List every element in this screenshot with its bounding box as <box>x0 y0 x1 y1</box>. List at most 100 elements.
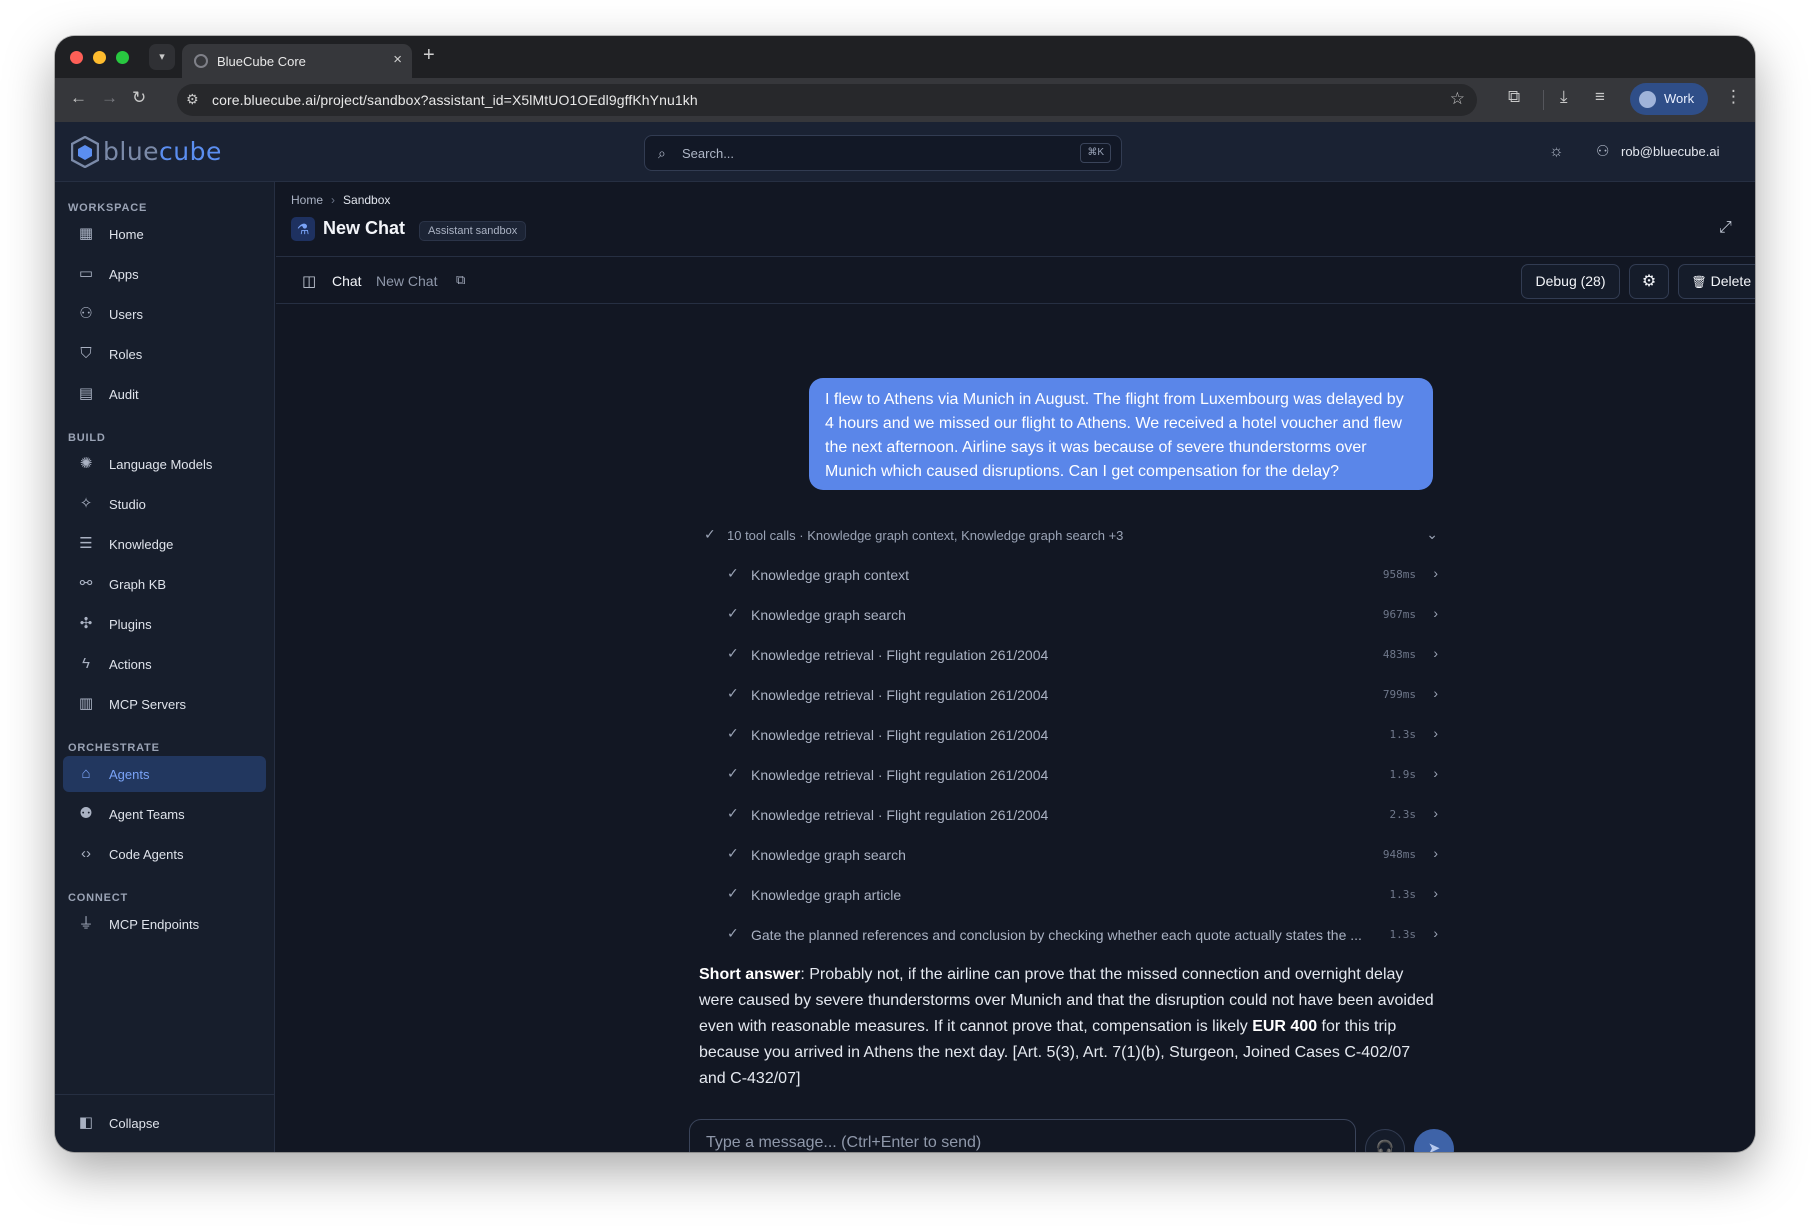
tool-call-name: Knowledge retrieval · Flight regulation … <box>751 807 1049 823</box>
tool-call-duration: 1.3s <box>1389 888 1417 901</box>
tool-call-duration: 958ms <box>1382 568 1416 581</box>
tool-call-row[interactable]: ✓ Knowledge retrieval · Flight regulatio… <box>727 685 1438 707</box>
chevron-right-icon: › <box>1433 565 1438 581</box>
reload-icon[interactable]: ↻ <box>132 88 146 108</box>
tool-call-duration: 483ms <box>1382 648 1416 661</box>
sidebar-item-users[interactable]: ⚇ Users <box>63 296 266 332</box>
bluecube-logo[interactable]: bluecube <box>71 136 241 168</box>
close-window-button[interactable] <box>70 51 83 64</box>
media-queue-icon[interactable]: ≡ <box>1595 87 1605 107</box>
copy-icon[interactable]: ⧉ <box>456 272 465 288</box>
bookmark-star-icon[interactable]: ☆ <box>1450 89 1465 109</box>
address-bar[interactable]: ⚙ core.bluecube.ai/project/sandbox?assis… <box>177 84 1477 116</box>
forward-arrow-icon[interactable]: → <box>101 88 118 108</box>
tool-call-row[interactable]: ✓ Knowledge retrieval · Flight regulatio… <box>727 645 1438 667</box>
profile-chip[interactable]: Work <box>1630 83 1708 115</box>
tool-call-duration: 1.3s <box>1389 728 1417 741</box>
sidebar-item-roles[interactable]: ⛉ Roles <box>63 336 266 372</box>
tool-call-row[interactable]: ✓ Knowledge graph context 958ms › <box>727 565 1438 587</box>
sidebar-item-plugins[interactable]: ✣ Plugins <box>63 606 266 642</box>
sidebar-item-label: Plugins <box>109 617 152 632</box>
user-message-bubble: I flew to Athens via Munich in August. T… <box>809 378 1433 490</box>
maximize-window-button[interactable] <box>116 51 129 64</box>
favicon-icon <box>194 54 208 68</box>
tool-call-row[interactable]: ✓ Knowledge retrieval · Flight regulatio… <box>727 725 1438 747</box>
sidebar-footer: ◧ Collapse <box>55 1094 274 1152</box>
user-email[interactable]: rob@bluecube.ai <box>1621 144 1719 159</box>
new-tab-plus-icon[interactable]: + <box>423 44 435 67</box>
sidebar-item-actions[interactable]: ϟ Actions <box>63 646 266 682</box>
sidebar-item-agents[interactable]: ⌂ Agents <box>63 756 266 792</box>
extensions-puzzle-icon[interactable]: ⧉ <box>1508 87 1520 107</box>
collapse-sidebar-button[interactable]: ◧ Collapse <box>63 1105 266 1141</box>
tool-call-duration: 967ms <box>1382 608 1416 621</box>
assistant-sandbox-badge: Assistant sandbox <box>419 221 527 241</box>
minimize-window-button[interactable] <box>93 51 106 64</box>
check-icon: ✓ <box>727 685 739 701</box>
delete-chat-label: Delete chat <box>1710 273 1755 289</box>
sidebar-item-apps[interactable]: ▭ Apps <box>63 256 266 292</box>
tool-call-row[interactable]: ✓ Knowledge retrieval · Flight regulatio… <box>727 805 1438 827</box>
plug-icon: ⏚ <box>78 915 94 932</box>
message-input[interactable] <box>706 1134 1326 1152</box>
browser-tab[interactable]: BlueCube Core × <box>182 44 412 78</box>
network-icon: ⚯ <box>79 575 93 592</box>
code-brackets-icon: ‹› <box>81 845 91 862</box>
sidebar-item-label: MCP Endpoints <box>109 917 200 932</box>
users-icon: ⚉ <box>79 805 93 822</box>
tool-call-row[interactable]: ✓ Knowledge graph article 1.3s › <box>727 885 1438 907</box>
toggle-panel-icon[interactable]: ◫ <box>302 272 316 290</box>
sidebar-item-label: Audit <box>109 387 139 402</box>
toolbar-divider <box>1543 90 1544 110</box>
tool-call-row[interactable]: ✓ Gate the planned references and conclu… <box>727 925 1438 947</box>
global-search[interactable]: ⌕ Search... ⌘K <box>644 135 1122 171</box>
gear-icon: ⚙ <box>1641 273 1657 290</box>
sidebar-item-mcp-endpoints[interactable]: ⏚ MCP Endpoints <box>63 906 266 942</box>
tab-close-icon[interactable]: × <box>393 51 402 68</box>
tool-calls-summary[interactable]: ✓ 10 tool calls · Knowledge graph contex… <box>704 526 1438 548</box>
sidebar-item-studio[interactable]: ✧ Studio <box>63 486 266 522</box>
app-header: bluecube ⌕ Search... ⌘K ☼ ⚇ rob@bluecube… <box>55 122 1755 182</box>
sidebar-item-code-agents[interactable]: ‹› Code Agents <box>63 836 266 872</box>
url-text: core.bluecube.ai/project/sandbox?assista… <box>212 92 698 108</box>
download-icon[interactable]: ⤓ <box>1560 87 1568 107</box>
debug-button[interactable]: Debug (28) <box>1521 264 1620 299</box>
section-orchestrate: ORCHESTRATE <box>68 742 160 754</box>
sidebar-item-language-models[interactable]: ✺ Language Models <box>63 446 266 482</box>
sidebar-item-graph-kb[interactable]: ⚯ Graph KB <box>63 566 266 602</box>
headset-icon: 🎧 <box>1375 1140 1395 1152</box>
window-icon: ▭ <box>78 265 94 282</box>
sidebar-item-mcp-servers[interactable]: ▥ MCP Servers <box>63 686 266 722</box>
sidebar-item-label: Knowledge <box>109 537 174 552</box>
voice-input-button[interactable]: 🎧 <box>1365 1129 1405 1152</box>
tool-call-row[interactable]: ✓ Knowledge graph search 948ms › <box>727 845 1438 867</box>
site-settings-icon[interactable]: ⚙ <box>186 91 199 108</box>
user-icon[interactable]: ⚇ <box>1596 142 1609 160</box>
sidebar-item-label: Apps <box>109 267 139 282</box>
sidebar-item-label: Graph KB <box>109 577 167 592</box>
message-composer[interactable] <box>689 1119 1356 1152</box>
tool-call-row[interactable]: ✓ Knowledge retrieval · Flight regulatio… <box>727 765 1438 787</box>
database-icon: ☰ <box>79 535 93 552</box>
puzzle-icon: ✣ <box>79 615 93 632</box>
settings-gear-button[interactable]: ⚙ <box>1629 264 1669 299</box>
expand-fullscreen-icon[interactable]: ⤢ <box>1719 219 1732 237</box>
tool-call-row[interactable]: ✓ Knowledge graph search 967ms › <box>727 605 1438 627</box>
sidebar-item-knowledge[interactable]: ☰ Knowledge <box>63 526 266 562</box>
tab-search-chevron-icon[interactable]: ▾ <box>149 44 175 70</box>
sidebar-item-audit[interactable]: ▤ Audit <box>63 376 266 412</box>
chevron-right-icon: › <box>1433 605 1438 621</box>
theme-toggle-sun-icon[interactable]: ☼ <box>1549 143 1564 161</box>
check-icon: ✓ <box>727 925 739 941</box>
flask-icon: ⚗ <box>291 217 315 241</box>
breadcrumb-home-link[interactable]: Home <box>291 193 323 207</box>
back-arrow-icon[interactable]: ← <box>70 88 87 108</box>
sidebar-item-agent-teams[interactable]: ⚉ Agent Teams <box>63 796 266 832</box>
send-button[interactable]: ➤ <box>1414 1129 1454 1152</box>
chevron-right-icon: › <box>1433 765 1438 781</box>
tool-call-name: Knowledge graph search <box>751 607 906 623</box>
shield-icon: ⛉ <box>80 345 92 362</box>
delete-chat-button[interactable]: 🗑 Delete chat <box>1678 264 1755 299</box>
sidebar-item-home[interactable]: ▦ Home <box>63 216 266 252</box>
browser-menu-kebab-icon[interactable]: ⋮ <box>1725 87 1742 107</box>
